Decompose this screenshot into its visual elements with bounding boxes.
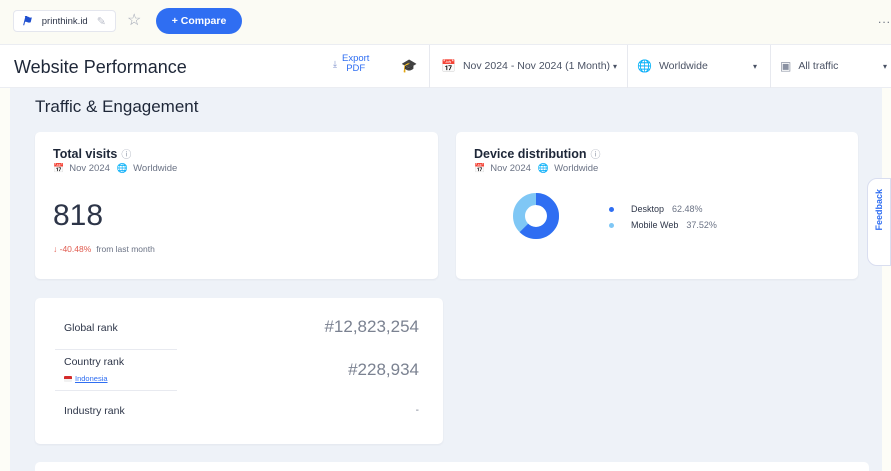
date-range-picker[interactable]: 📅 Nov 2024 - Nov 2024 (1 Month) ▾ — [441, 59, 617, 73]
total-visits-card: Total visits ⓘ 📅 Nov 2024 🌐 Worldwide 818… — [35, 132, 438, 279]
section-title: Traffic & Engagement — [35, 97, 199, 116]
chevron-down-icon[interactable]: ▾ — [753, 62, 757, 71]
traffic-value: All traffic — [798, 60, 839, 72]
divider — [627, 45, 628, 89]
total-visits-title: Total visits ⓘ — [53, 146, 131, 161]
global-rank-label: Global rank — [64, 322, 118, 334]
legend-item-mobile-web: Mobile Web 37.52% — [609, 217, 717, 233]
change-indicator: ↓ -40.48% from last month — [53, 244, 155, 254]
site-selector[interactable]: ⚑ printhink.id ✎ — [13, 10, 116, 32]
country-link[interactable]: Indonesia — [64, 374, 108, 383]
globe-icon: 🌐 — [116, 163, 129, 173]
region: Worldwide — [133, 163, 178, 174]
devices-icon: ▣ — [780, 59, 792, 73]
divider — [770, 45, 771, 89]
top-bar: ⚑ printhink.id ✎ ☆ + Compare ... — [0, 0, 891, 44]
site-logo-icon: ⚑ — [21, 14, 32, 28]
calendar-icon: 📅 — [441, 59, 456, 73]
device-donut-chart — [513, 193, 559, 239]
export-label: Export PDF — [342, 54, 369, 74]
indonesia-flag-icon — [64, 375, 72, 382]
header-bar: Website Performance ⤓ Export PDF 🎓 📅 Nov… — [0, 44, 891, 89]
period: Nov 2024 — [69, 163, 110, 174]
export-label-line2: PDF — [346, 63, 366, 74]
ranks-card: Global rank #12,823,254 Country rank Ind… — [35, 298, 443, 444]
industry-rank-value: - — [415, 405, 419, 416]
country-rank-value: #228,934 — [348, 360, 419, 379]
change-note: from last month — [96, 244, 155, 254]
total-visits-meta: 📅 Nov 2024 🌐 Worldwide — [53, 163, 177, 174]
region-selector[interactable]: 🌐 Worldwide — [637, 59, 708, 73]
download-icon: ⤓ — [333, 59, 337, 69]
global-rank-value: #12,823,254 — [324, 317, 419, 336]
region: Worldwide — [554, 163, 599, 174]
info-icon[interactable]: ⓘ — [121, 150, 131, 161]
total-visits-title-text: Total visits — [53, 147, 118, 161]
legend-label: Desktop — [631, 204, 665, 214]
more-options-icon[interactable]: ... — [878, 12, 891, 26]
total-visits-value: 818 — [53, 199, 104, 232]
divider — [55, 349, 177, 350]
period: Nov 2024 — [490, 163, 531, 174]
divider — [429, 45, 430, 89]
device-distribution-meta: 📅 Nov 2024 🌐 Worldwide — [474, 163, 598, 174]
device-distribution-title-text: Device distribution — [474, 147, 587, 161]
divider — [55, 390, 177, 391]
info-icon[interactable]: ⓘ — [591, 150, 601, 161]
legend-label: Mobile Web — [631, 220, 679, 230]
date-range-value: Nov 2024 - Nov 2024 (1 Month) — [462, 60, 611, 72]
chevron-down-icon[interactable]: ▾ — [883, 62, 887, 71]
export-pdf-button[interactable]: ⤓ Export PDF — [333, 54, 369, 74]
star-icon[interactable]: ☆ — [127, 10, 141, 30]
site-name: printhink.id — [41, 15, 88, 27]
legend-item-desktop: Desktop 62.48% — [609, 201, 717, 217]
pencil-icon[interactable]: ✎ — [97, 15, 106, 28]
main-content: Traffic & Engagement Total visits ⓘ 📅 Nov… — [10, 88, 882, 471]
graduation-cap-icon[interactable]: 🎓 — [401, 58, 417, 74]
feedback-tab[interactable]: Feedback — [867, 178, 891, 266]
region-value: Worldwide — [658, 60, 708, 72]
industry-rank-label: Industry rank — [64, 405, 125, 417]
page-title: Website Performance — [14, 57, 187, 77]
globe-icon: 🌐 — [637, 59, 652, 73]
device-distribution-card: Device distribution ⓘ 📅 Nov 2024 🌐 Worldw… — [456, 132, 858, 279]
change-value: ↓ -40.48% — [53, 244, 92, 254]
calendar-icon: 📅 — [53, 163, 65, 173]
legend-value: 37.52% — [686, 220, 717, 230]
country-rank-label: Country rank — [64, 356, 125, 368]
legend-dot — [609, 206, 614, 212]
calendar-icon: 📅 — [474, 163, 486, 173]
next-card — [35, 462, 869, 471]
globe-icon: 🌐 — [537, 163, 550, 173]
device-distribution-title: Device distribution ⓘ — [474, 146, 601, 161]
compare-button[interactable]: + Compare — [156, 8, 242, 34]
country-name: Indonesia — [75, 374, 108, 383]
feedback-label: Feedback — [874, 189, 884, 231]
legend-dot — [609, 222, 614, 228]
device-legend: Desktop 62.48% Mobile Web 37.52% — [609, 201, 717, 233]
traffic-selector[interactable]: ▣ All traffic — [780, 59, 838, 73]
legend-value: 62.48% — [672, 204, 703, 214]
chevron-down-icon: ▾ — [613, 61, 618, 71]
